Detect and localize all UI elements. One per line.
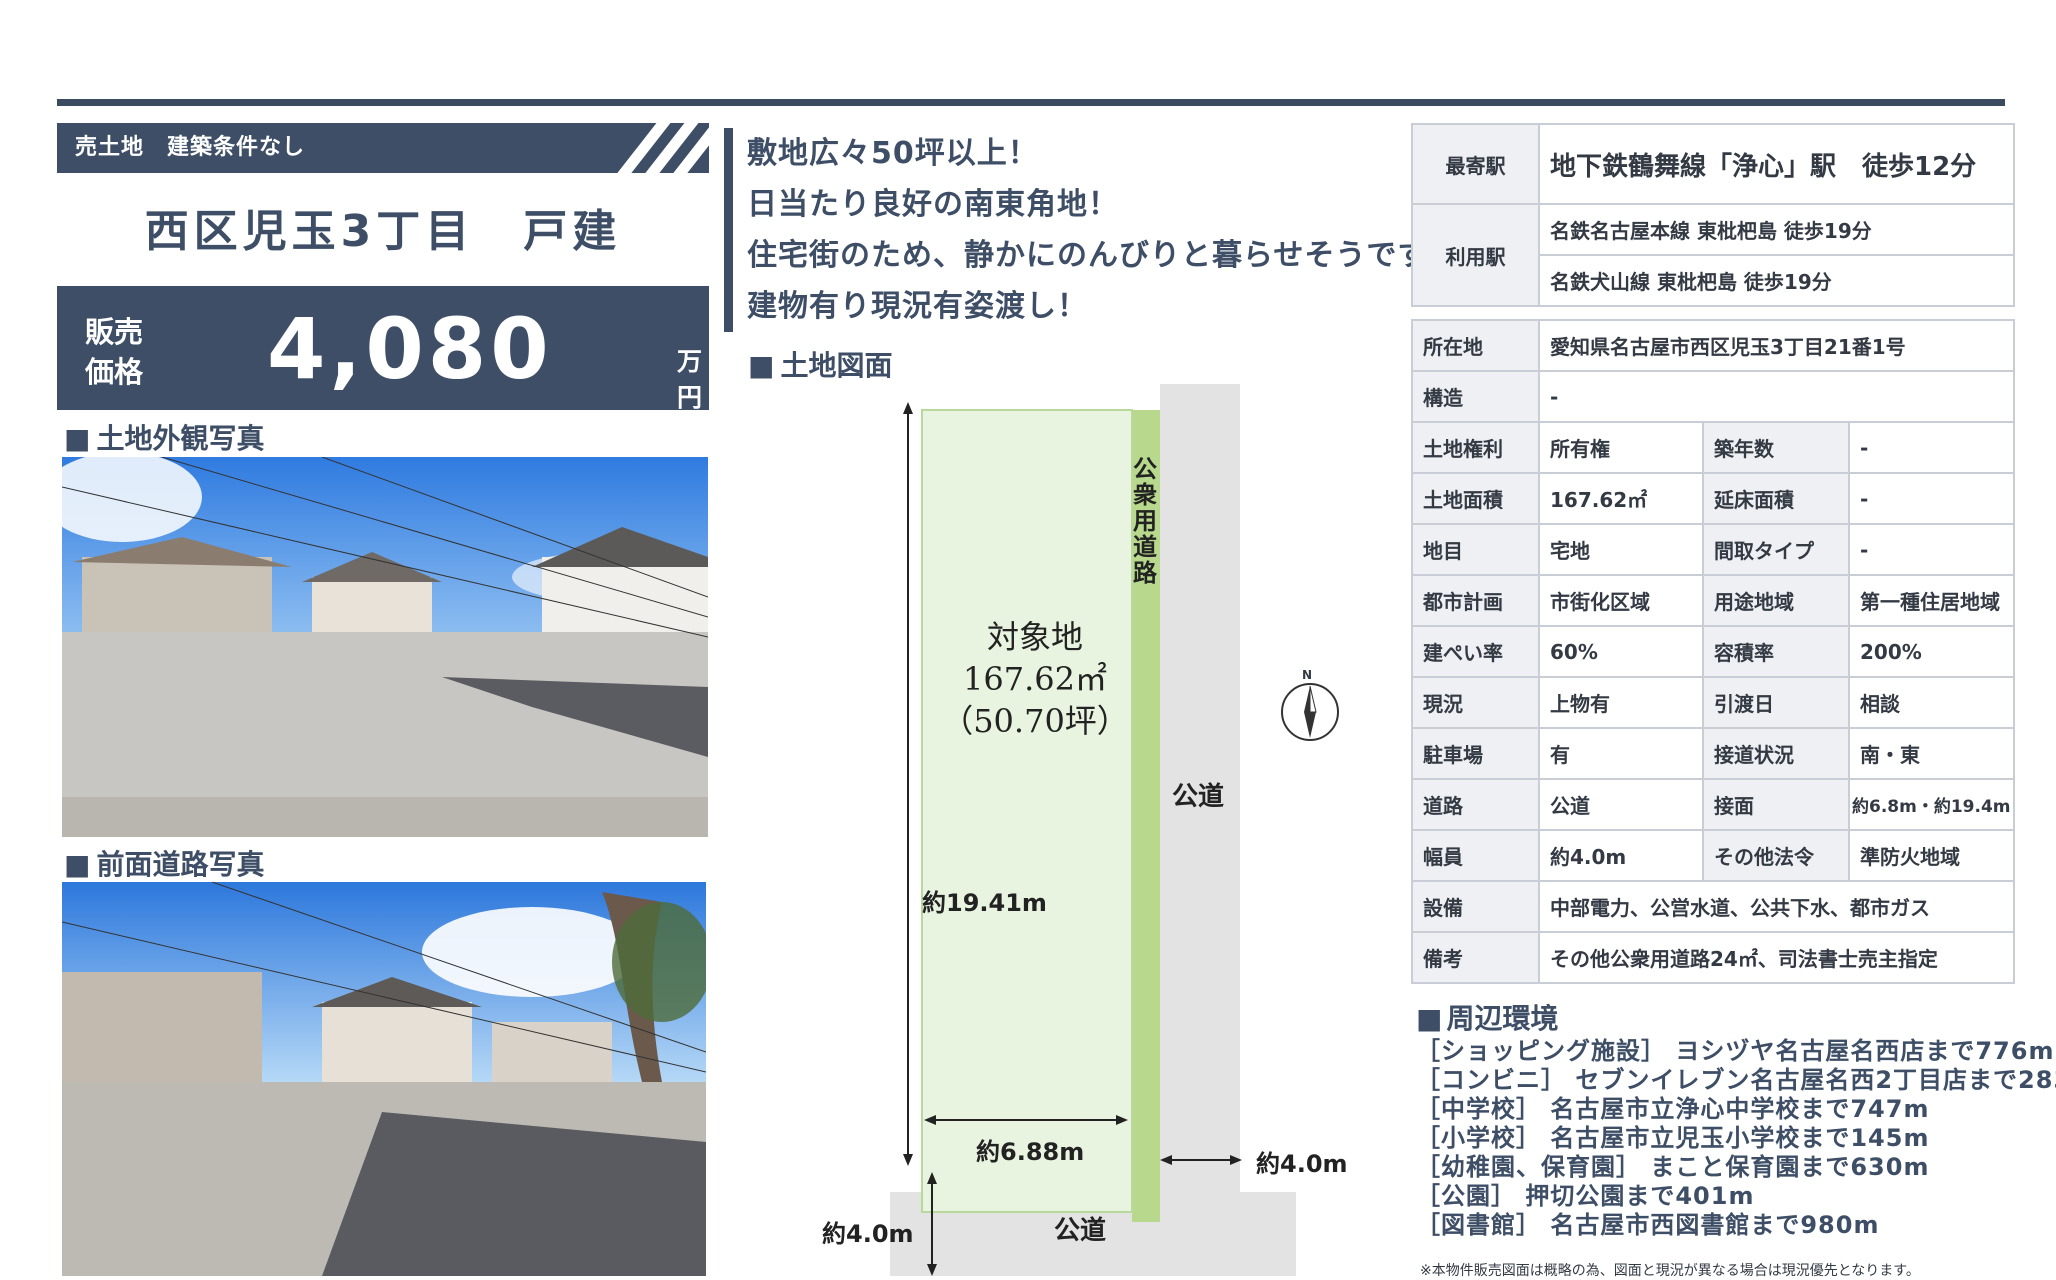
spec-value: 相談 [1848, 676, 2015, 729]
spec-value: 200% [1848, 625, 2015, 678]
spec-value: - [1848, 523, 2015, 576]
south-road-label: 公道 [1054, 1216, 1107, 1246]
environment-item: ［公園］ 押切公園まで401m [1416, 1182, 1755, 1210]
environment-heading: 周辺環境 [1416, 997, 2056, 1037]
land-photo-heading: 土地外観写真 [64, 417, 264, 457]
environment-section: 周辺環境 ［ショッピング施設］ ヨシヅヤ名古屋名西店まで776m ［コンビニ］ … [1416, 997, 2056, 1240]
spec-value: 公道 [1538, 778, 1704, 831]
site-name: 対象地 [986, 618, 1083, 656]
spec-value: 167.62㎡ [1538, 472, 1704, 525]
other-station-value: 名鉄犬山線 東枇杷島 徒歩19分 [1538, 254, 2015, 307]
spec-value: 中部電力、公営水道、公共下水、都市ガス [1538, 880, 2015, 933]
spec-value: 南・東 [1848, 727, 2015, 780]
spec-value: - [1538, 370, 2015, 423]
spec-label: 地目 [1411, 523, 1540, 576]
catch-line: 住宅街のため、静かにのんびりと暮らせそうです。 [747, 238, 1457, 273]
spec-value: 所有権 [1538, 421, 1704, 474]
environment-item: ［幼稚園、保育園］ まこと保育園まで630m [1416, 1153, 1930, 1181]
spec-label: 間取タイプ [1702, 523, 1850, 576]
nearest-station-label: 最寄駅 [1411, 123, 1540, 205]
spec-label: 現況 [1411, 676, 1540, 729]
spec-value: 上物有 [1538, 676, 1704, 729]
spec-value: - [1848, 472, 2015, 525]
catch-copy: 敷地広々50坪以上！ 日当たり良好の南東角地！ 住宅街のため、静かにのんびりと暮… [724, 128, 1456, 332]
listing-tag: 売土地 建築条件なし [57, 123, 709, 173]
nearest-station-value: 地下鉄鶴舞線「浄心」駅 徒歩12分 [1538, 123, 2015, 205]
spec-label: 土地権利 [1411, 421, 1540, 474]
east-road-width: 約4.0m [1256, 1150, 1348, 1178]
environment-item: ［小学校］ 名古屋市立児玉小学校まで145m [1416, 1124, 1930, 1152]
spec-value: 準防火地域 [1848, 829, 2015, 882]
front-road-photo [62, 882, 706, 1276]
environment-item: ［ショッピング施設］ ヨシヅヤ名古屋名西店まで776m [1416, 1037, 2055, 1065]
spec-label: その他法令 [1702, 829, 1850, 882]
spec-value: 第一種住居地域 [1848, 574, 2015, 627]
private-road-label: 公衆用道路 [1133, 455, 1157, 587]
price-label: 販売 価格 [85, 315, 144, 389]
spec-label: 幅員 [1411, 829, 1540, 882]
spec-value: 市街化区域 [1538, 574, 1704, 627]
price-unit: 万円 [677, 347, 703, 412]
spec-label: 接面 [1702, 778, 1850, 831]
spec-label: 土地面積 [1411, 472, 1540, 525]
compass-north-label: N [1302, 668, 1313, 682]
spec-table: 所在地 愛知県名古屋市西区児玉3丁目21番1号 構造 - 土地権利 所有権 築年… [1411, 319, 2015, 984]
spec-label: 駐車場 [1411, 727, 1540, 780]
environment-item: ［コンビニ］ セブンイレブン名古屋名西2丁目店まで283m [1416, 1066, 2056, 1094]
spec-label: 接道状況 [1702, 727, 1850, 780]
listing-tag-text: 売土地 建築条件なし [75, 135, 306, 160]
footnote: ※本物件販売図面は概略の為、図面と現況が異なる場合は現況優先となります。 [1420, 1263, 1920, 1279]
environment-item: ［図書館］ 名古屋市西図書館まで980m [1416, 1211, 1880, 1239]
site-tsubo-value: （50.70坪） [941, 702, 1129, 740]
spec-label: 備考 [1411, 931, 1540, 984]
station-table: 最寄駅 地下鉄鶴舞線「浄心」駅 徒歩12分 利用駅 名鉄名古屋本線 東枇杷島 徒… [1411, 123, 2015, 307]
other-station-value: 名鉄名古屋本線 東枇杷島 徒歩19分 [1538, 203, 2015, 256]
other-station-label: 利用駅 [1411, 203, 1540, 307]
spec-value: 愛知県名古屋市西区児玉3丁目21番1号 [1538, 319, 2015, 372]
east-road-label: 公道 [1172, 782, 1225, 812]
east-road [1160, 384, 1240, 1264]
spec-value: 約4.0m [1538, 829, 1704, 882]
spec-label: 設備 [1411, 880, 1540, 933]
spec-value: 有 [1538, 727, 1704, 780]
spec-value: 約6.8m・約19.4m [1848, 778, 2015, 831]
plot-map: N 対象地 167.62㎡ （50.70坪） 公衆用道路 公道 公道 約19.4… [800, 380, 1400, 1276]
spec-value: - [1848, 421, 2015, 474]
road-photo-heading: 前面道路写真 [64, 843, 264, 883]
spec-label: 容積率 [1702, 625, 1850, 678]
spec-label: 引渡日 [1702, 676, 1850, 729]
price-value: 4,080 [267, 300, 553, 398]
price-box: 販売 価格 4,080 万円 [57, 286, 709, 412]
catch-line: 建物有り現況有姿渡し！ [747, 289, 1088, 324]
page-title: 西区児玉3丁目 戸建 [144, 206, 622, 257]
spec-value: 宅地 [1538, 523, 1704, 576]
land-exterior-photo [62, 457, 708, 837]
site-label: 対象地 167.62㎡ （50.70坪） [930, 616, 1140, 742]
depth-dimension: 約19.41m [922, 889, 1047, 917]
site-area [921, 409, 1133, 1213]
spec-label: 築年数 [1702, 421, 1850, 474]
spec-label: 道路 [1411, 778, 1540, 831]
spec-label: 延床面積 [1702, 472, 1850, 525]
spec-value: その他公衆用道路24㎡、司法書士売主指定 [1538, 931, 2015, 984]
top-rule [57, 99, 2005, 106]
plot-map-heading: 土地図面 [748, 344, 892, 384]
spec-label: 構造 [1411, 370, 1540, 423]
site-area-value: 167.62㎡ [963, 660, 1107, 698]
south-road-width: 約4.0m [822, 1220, 914, 1248]
spec-label: 建ぺい率 [1411, 625, 1540, 678]
stripe-decoration [589, 123, 709, 173]
frontage-dimension: 約6.88m [976, 1138, 1085, 1166]
spec-label: 都市計画 [1411, 574, 1540, 627]
environment-item: ［中学校］ 名古屋市立浄心中学校まで747m [1416, 1095, 1930, 1123]
spec-label: 所在地 [1411, 319, 1540, 372]
spec-label: 用途地域 [1702, 574, 1850, 627]
catch-line: 敷地広々50坪以上！ [747, 136, 1039, 171]
spec-value: 60% [1538, 625, 1704, 678]
catch-line: 日当たり良好の南東角地！ [747, 187, 1119, 222]
